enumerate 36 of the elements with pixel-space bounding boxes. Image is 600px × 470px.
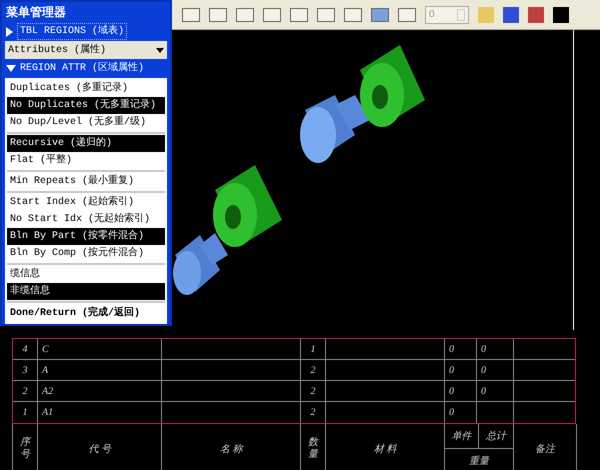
table-cell: 1 bbox=[13, 402, 38, 423]
table-header-cell: 材 料 bbox=[326, 424, 445, 470]
table-header-cell-text: 重量 bbox=[468, 454, 491, 469]
menu-item[interactable]: No Duplicates (无多重记录) bbox=[7, 97, 165, 114]
attributes-dropdown[interactable]: Attributes (属性) bbox=[5, 41, 167, 59]
table-header-cell: 序号 bbox=[13, 424, 38, 470]
table-cell: 4 bbox=[13, 339, 38, 359]
menu-item[interactable]: Bln By Part (按零件混合) bbox=[7, 228, 165, 245]
table-header-cell: 备注 bbox=[514, 424, 577, 470]
table-cell: 3 bbox=[13, 360, 38, 380]
table-cell: 2 bbox=[301, 381, 326, 401]
table-cell: 0 bbox=[477, 381, 514, 401]
table-cell: 0 bbox=[445, 360, 477, 380]
table-cell: A2 bbox=[38, 381, 162, 401]
table-header-cell: 单件 bbox=[445, 424, 479, 449]
table-header-cell: 数量 bbox=[301, 424, 326, 470]
table-header-cell: 总计 bbox=[479, 424, 513, 449]
table-cell: 0 bbox=[477, 339, 514, 359]
table-cell: 1 bbox=[301, 339, 326, 359]
table-header-cell: 代 号 bbox=[38, 424, 162, 470]
table-cell: 0 bbox=[445, 339, 477, 359]
table-cell: A bbox=[38, 360, 162, 380]
table-cell: 0 bbox=[445, 402, 477, 423]
table-cell: 0 bbox=[445, 381, 477, 401]
menu-item[interactable]: 非缆信息 bbox=[7, 283, 165, 300]
table-header-cell: 名 称 bbox=[162, 424, 301, 470]
caret-icon bbox=[156, 48, 164, 52]
done-return-item[interactable]: Done/Return (完成/返回) bbox=[7, 304, 165, 322]
menu-item[interactable]: Recursive (递归的) bbox=[7, 135, 165, 152]
menu-title: 菜单管理器 bbox=[5, 4, 67, 21]
table-cell: 2 bbox=[301, 360, 326, 380]
table-cell: A1 bbox=[38, 402, 162, 423]
table-cell: 2 bbox=[301, 402, 326, 423]
table-cell: 2 bbox=[13, 381, 38, 401]
table-cell: C bbox=[38, 339, 162, 359]
table-cell: 0 bbox=[477, 360, 514, 380]
